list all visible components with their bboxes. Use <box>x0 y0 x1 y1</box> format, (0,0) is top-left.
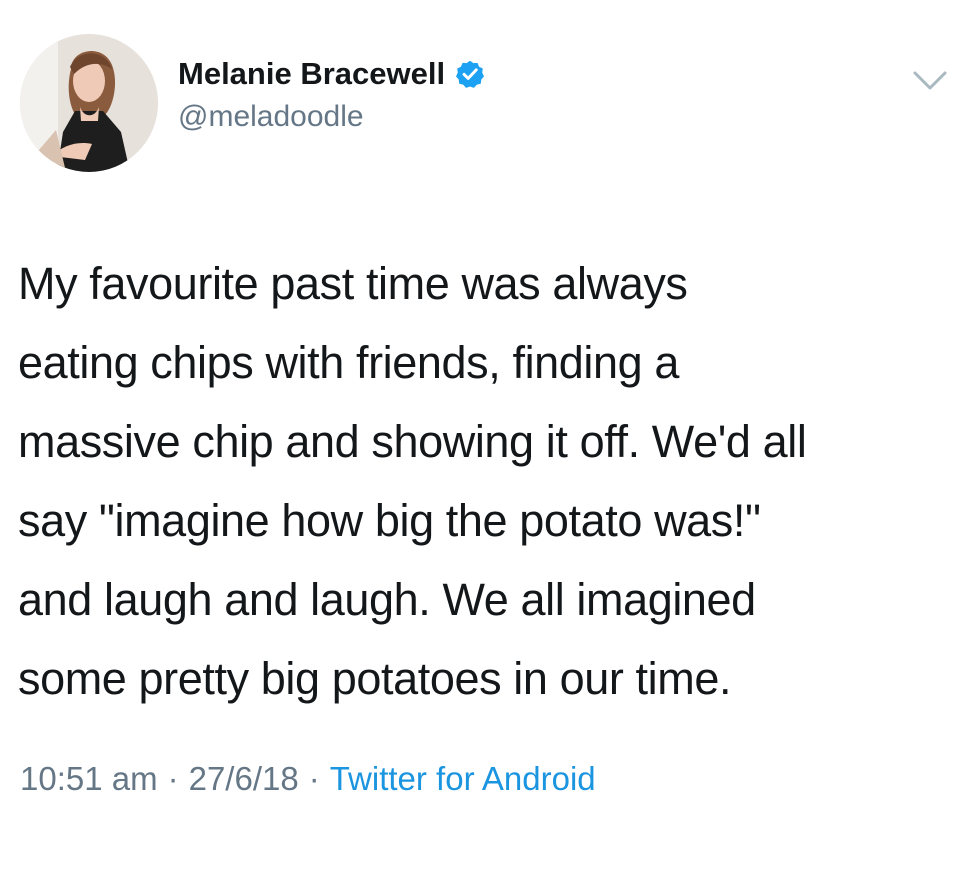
tweet-text: My favourite past time was always eating… <box>18 244 953 718</box>
tweet-text-line: My favourite past time was always <box>18 258 688 309</box>
tweet-card: Melanie Bracewell @meladoodle My favouri… <box>0 0 960 875</box>
tweet-text-line: say "imagine how big the potato was!" <box>18 495 761 546</box>
author-name-row[interactable]: Melanie Bracewell <box>178 56 485 92</box>
tweet-text-line: and laugh and laugh. We all imagined <box>18 574 756 625</box>
author-display-name[interactable]: Melanie Bracewell <box>178 56 445 92</box>
tweet-source-link[interactable]: Twitter for Android <box>330 760 596 798</box>
meta-separator: · <box>167 760 179 797</box>
tweet-time[interactable]: 10:51 am <box>20 760 158 798</box>
author-block[interactable]: Melanie Bracewell @meladoodle <box>178 56 485 134</box>
tweet-text-line: eating chips with friends, finding a <box>18 337 679 388</box>
author-avatar[interactable] <box>20 34 158 172</box>
tweet-meta: 10:51 am · 27/6/18 · Twitter for Android <box>20 760 596 798</box>
verified-badge-icon <box>455 59 485 89</box>
tweet-date[interactable]: 27/6/18 <box>189 760 299 798</box>
meta-separator: · <box>308 760 320 797</box>
author-handle[interactable]: @meladoodle <box>178 100 485 134</box>
tweet-text-line: massive chip and showing it off. We'd al… <box>18 416 807 467</box>
chevron-down-icon[interactable] <box>912 68 948 94</box>
tweet-text-line: some pretty big potatoes in our time. <box>18 653 732 704</box>
